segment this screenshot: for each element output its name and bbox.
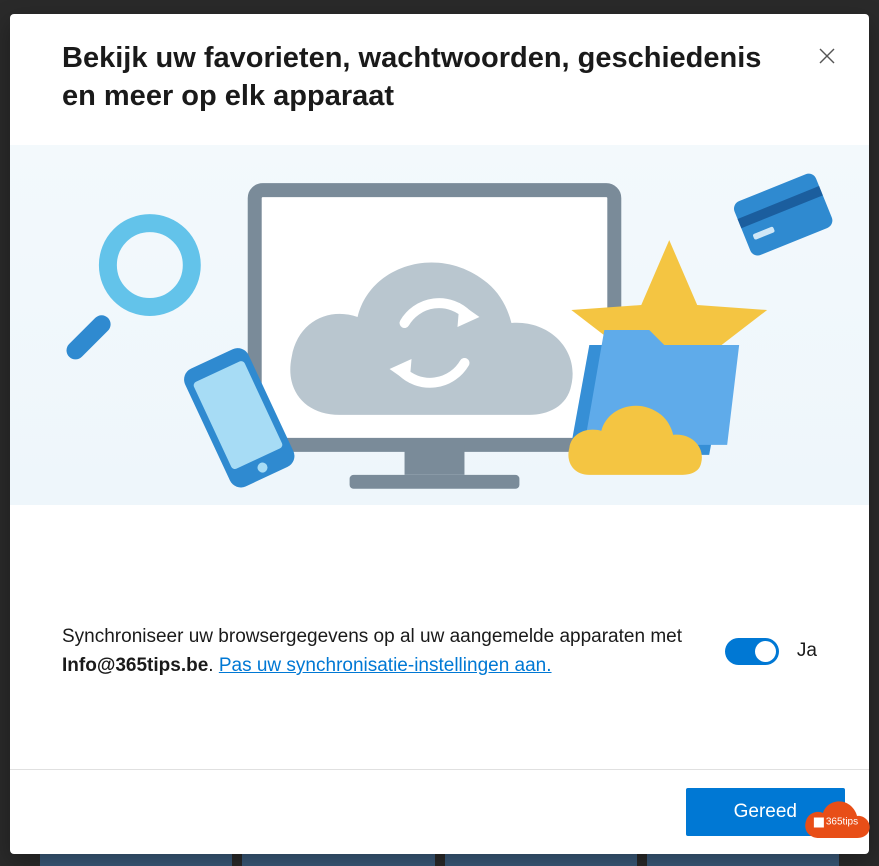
close-button[interactable] (813, 42, 841, 70)
close-icon (819, 48, 835, 64)
watermark-badge: 365tips (801, 796, 871, 844)
office-square-icon (814, 817, 824, 827)
sync-text-before: Synchroniseer uw browsergegevens op al u… (62, 626, 682, 647)
sync-toggle-label: Ja (797, 640, 817, 662)
watermark-label: 365tips (826, 817, 858, 828)
sync-illustration (10, 145, 869, 505)
dialog-footer: Gereed (10, 769, 869, 854)
sync-description: Synchroniseer uw browsergegevens op al u… (62, 622, 695, 681)
sync-dialog: Bekijk uw favorieten, wachtwoorden, gesc… (10, 14, 869, 854)
dialog-title: Bekijk uw favorieten, wachtwoorden, gesc… (62, 40, 817, 115)
sync-content-row: Synchroniseer uw browsergegevens op al u… (10, 505, 869, 769)
dialog-header: Bekijk uw favorieten, wachtwoorden, gesc… (10, 14, 869, 145)
sync-text-after: . (208, 655, 219, 676)
sync-email: Info@365tips.be (62, 655, 208, 676)
credit-card-icon (732, 172, 835, 259)
magnifier-icon (63, 223, 192, 363)
sync-settings-link[interactable]: Pas uw synchronisatie-instellingen aan. (219, 655, 552, 676)
monitor-icon (255, 191, 615, 490)
sync-toggle-group: Ja (725, 638, 817, 665)
sync-toggle[interactable] (725, 638, 779, 665)
illustration (10, 145, 869, 505)
watermark-badge-text: 365tips (814, 817, 858, 828)
